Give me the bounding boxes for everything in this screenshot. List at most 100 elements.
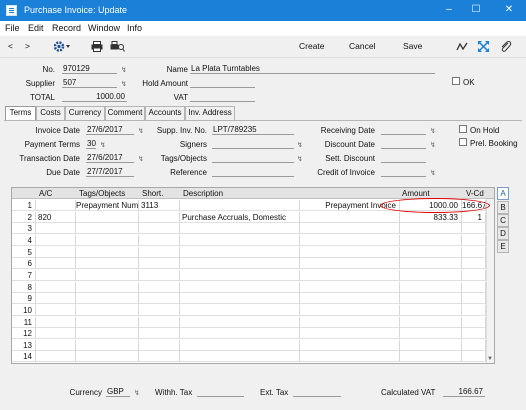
cell-extra[interactable] (300, 351, 400, 363)
cell-ac[interactable] (36, 293, 76, 305)
reference-field[interactable] (212, 167, 294, 177)
cell-description[interactable] (180, 316, 300, 328)
cell-extra[interactable] (300, 328, 400, 340)
cell-description[interactable] (180, 339, 300, 351)
cell-vcd[interactable] (462, 246, 486, 258)
table-row[interactable]: 8 (12, 281, 486, 293)
cell-tags-objects[interactable] (76, 258, 139, 270)
table-row[interactable]: 11 (12, 316, 486, 328)
cell-ac[interactable] (36, 339, 76, 351)
cell-vcd[interactable] (462, 351, 486, 363)
tab-currency[interactable]: Currency (65, 106, 105, 120)
cell-extra[interactable] (300, 258, 400, 270)
grid-scrollbar[interactable]: ▼ (486, 199, 494, 363)
maximize-button[interactable]: ☐ (463, 0, 489, 21)
tab-terms[interactable]: Terms (5, 106, 36, 121)
cell-tags-objects[interactable] (76, 339, 139, 351)
cell-amount[interactable] (400, 304, 462, 316)
cell-tags-objects[interactable] (76, 269, 139, 281)
print-icon[interactable] (91, 41, 103, 52)
cell-short[interactable] (139, 304, 180, 316)
supp-inv-no-field[interactable]: LPT/789235 (212, 125, 294, 135)
on-hold-checkbox[interactable] (459, 125, 467, 133)
cell-vcd[interactable]: 166.67 (462, 200, 486, 211)
side-tab-c[interactable]: C (497, 214, 509, 227)
menu-record[interactable]: Record (52, 23, 81, 33)
menu-window[interactable]: Window (88, 23, 120, 33)
cell-amount[interactable] (400, 351, 462, 363)
cell-short[interactable] (139, 351, 180, 363)
cell-extra[interactable] (300, 339, 400, 351)
prev-record-button[interactable]: < (8, 41, 13, 51)
table-row[interactable]: 6 (12, 258, 486, 270)
cell-short[interactable] (139, 293, 180, 305)
next-record-button[interactable]: > (25, 41, 30, 51)
paste-icon[interactable]: ↯ (134, 389, 140, 397)
cell-short[interactable] (139, 328, 180, 340)
cell-vcd[interactable] (462, 281, 486, 293)
paste-icon[interactable]: ↯ (138, 127, 144, 135)
cell-short[interactable] (139, 316, 180, 328)
cell-description[interactable] (180, 304, 300, 316)
cell-tags-objects[interactable] (76, 246, 139, 258)
cell-extra[interactable] (300, 281, 400, 293)
side-tab-b[interactable]: B (497, 201, 509, 214)
cell-description[interactable] (180, 269, 300, 281)
cell-short[interactable] (139, 234, 180, 246)
cell-extra[interactable] (300, 269, 400, 281)
cell-vcd[interactable] (462, 234, 486, 246)
cell-description[interactable] (180, 200, 300, 211)
ok-checkbox[interactable] (452, 77, 460, 85)
cell-amount[interactable]: 833.33 (400, 211, 462, 223)
credit-of-invoice-field[interactable] (381, 167, 426, 177)
cell-tags-objects[interactable] (76, 223, 139, 235)
cell-description[interactable] (180, 234, 300, 246)
cell-ac[interactable] (36, 328, 76, 340)
cell-amount[interactable] (400, 328, 462, 340)
cell-description[interactable] (180, 246, 300, 258)
paste-icon[interactable]: ↯ (121, 80, 127, 88)
cell-ac[interactable] (36, 223, 76, 235)
table-row[interactable]: 10 (12, 304, 486, 316)
cell-extra[interactable]: Prepayment Invoice (300, 200, 400, 211)
no-field[interactable]: 970129 (62, 64, 117, 74)
side-tab-d[interactable]: D (497, 227, 509, 240)
scroll-down-icon[interactable]: ▼ (487, 356, 493, 362)
cell-amount[interactable] (400, 316, 462, 328)
cell-short[interactable] (139, 269, 180, 281)
prel-booking-checkbox[interactable] (459, 138, 467, 146)
cell-short[interactable]: 3113 (139, 200, 180, 211)
cell-amount[interactable] (400, 234, 462, 246)
cell-description[interactable]: Purchase Accruals, Domestic (180, 211, 300, 223)
cell-ac[interactable]: 820 (36, 211, 76, 223)
minimize-button[interactable]: – (436, 0, 462, 21)
menu-file[interactable]: File (5, 23, 20, 33)
cell-tags-objects[interactable] (76, 211, 139, 223)
close-button[interactable]: ✕ (496, 0, 522, 21)
cell-amount[interactable] (400, 281, 462, 293)
cell-short[interactable] (139, 246, 180, 258)
table-row[interactable]: 9 (12, 293, 486, 305)
cell-description[interactable] (180, 281, 300, 293)
tab-accounts[interactable]: Accounts (145, 106, 185, 120)
tags-objects-field[interactable] (212, 153, 294, 163)
cell-description[interactable] (180, 223, 300, 235)
expand-icon[interactable] (477, 40, 490, 53)
cell-tags-objects[interactable] (76, 351, 139, 363)
cancel-button[interactable]: Cancel (349, 41, 375, 51)
cell-tags-objects[interactable] (76, 281, 139, 293)
cell-short[interactable] (139, 281, 180, 293)
supplier-field[interactable]: 507 (62, 78, 117, 88)
tab-comment[interactable]: Comment (105, 106, 145, 120)
paste-icon[interactable]: ↯ (138, 155, 144, 163)
cell-vcd[interactable] (462, 328, 486, 340)
due-date-field[interactable]: 27/7/2017 (86, 167, 134, 177)
cell-ac[interactable] (36, 258, 76, 270)
cell-vcd[interactable] (462, 258, 486, 270)
table-row[interactable]: 5 (12, 246, 486, 258)
cell-extra[interactable] (300, 293, 400, 305)
cell-vcd[interactable] (462, 293, 486, 305)
invoice-date-field[interactable]: 27/6/2017 (86, 125, 134, 135)
side-tab-a[interactable]: A (497, 187, 509, 200)
cell-description[interactable] (180, 351, 300, 363)
